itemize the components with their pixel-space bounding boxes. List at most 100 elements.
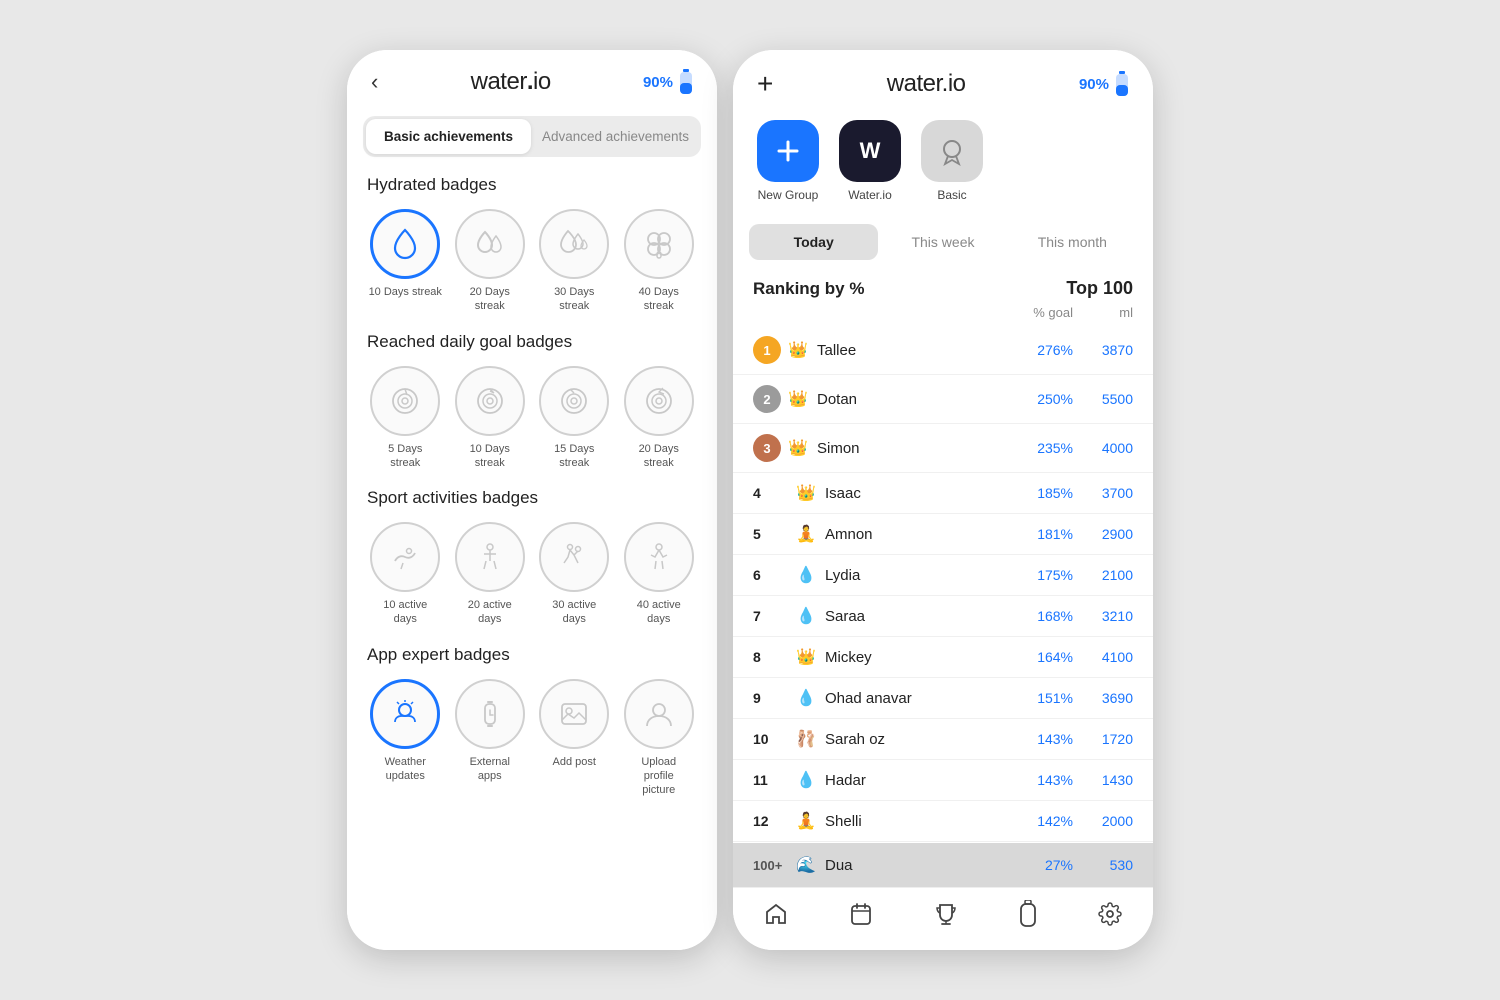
badge-label-9: 10 activedays — [383, 598, 427, 627]
basic-group-icon — [921, 120, 983, 182]
tab-week[interactable]: This week — [878, 224, 1007, 260]
row-name: Simon — [817, 440, 1013, 457]
waterio-group-icon: W — [839, 120, 901, 182]
bottom-rank: 100+ — [753, 857, 789, 873]
back-button[interactable]: ‹ — [371, 69, 378, 95]
achievement-tabs: Basic achievements Advanced achievements — [347, 106, 717, 165]
badge-circle-9 — [370, 522, 440, 592]
badge-profile[interactable]: Uploadprofilepicture — [621, 679, 698, 798]
drops3-icon — [556, 226, 592, 262]
badge-sport-10[interactable]: 10 activedays — [367, 522, 444, 627]
bottom-ml: 530 — [1073, 857, 1133, 873]
badge-5days[interactable]: 5 Daysstreak — [367, 366, 444, 471]
group-basic[interactable]: Basic — [921, 120, 983, 202]
row-pct: 142% — [1013, 813, 1073, 829]
badge-label-1: 10 Days streak — [369, 285, 442, 299]
leaderboard-row: 8 👑 Mickey 164% 4100 — [733, 637, 1153, 678]
add-button[interactable]: + — [757, 68, 773, 100]
rank-num: 7 — [753, 608, 789, 624]
leaderboard-row: 9 💧 Ohad anavar 151% 3690 — [733, 678, 1153, 719]
tab-today[interactable]: Today — [749, 224, 878, 260]
badge-15days[interactable]: 15 Daysstreak — [536, 366, 613, 471]
badge-external[interactable]: Externalapps — [452, 679, 529, 798]
sport2-icon — [472, 539, 508, 575]
nav-bottle[interactable] — [1019, 900, 1037, 934]
target4-icon — [641, 383, 677, 419]
row-pct: 175% — [1013, 567, 1073, 583]
left-phone: ‹ water.io 90% Basic achievements Advanc… — [347, 50, 717, 950]
badges-scroll: Hydrated badges 10 Days streak — [347, 165, 717, 950]
row-icon: 🧘 — [795, 811, 817, 831]
col-ml: ml — [1073, 305, 1133, 320]
group-new[interactable]: New Group — [757, 120, 819, 202]
row-icon: 👑 — [795, 483, 817, 503]
badge-20days[interactable]: 20 Daysstreak — [452, 209, 529, 314]
badge-post[interactable]: Add post — [536, 679, 613, 798]
row-pct: 168% — [1013, 608, 1073, 624]
row-pct: 151% — [1013, 690, 1073, 706]
rank-circle: 1 — [753, 336, 781, 364]
row-icon: 👑 — [787, 438, 809, 458]
leaderboard-row: 3 👑 Simon 235% 4000 — [733, 424, 1153, 473]
rank-circle: 3 — [753, 434, 781, 462]
badge-circle-13 — [370, 679, 440, 749]
badge-circle-15 — [539, 679, 609, 749]
badge-sport-30[interactable]: 30 activedays — [536, 522, 613, 627]
ranking-header: Ranking by % Top 100 — [733, 268, 1153, 303]
leaderboard-row: 6 💧 Lydia 175% 2100 — [733, 555, 1153, 596]
expert-grid: Weatherupdates Externalapps — [367, 679, 697, 798]
tab-advanced[interactable]: Advanced achievements — [533, 119, 698, 154]
badge-10days[interactable]: 10 Days streak — [367, 209, 444, 314]
tab-basic[interactable]: Basic achievements — [366, 119, 531, 154]
bottom-name: Dua — [825, 857, 1013, 874]
badge-circle-11 — [539, 522, 609, 592]
right-phone: + water.io 90% New Group W Water.io — [733, 50, 1153, 950]
row-name: Saraa — [825, 608, 1013, 625]
right-header: + water.io 90% — [733, 50, 1153, 110]
badge-sport-40[interactable]: 40 activedays — [621, 522, 698, 627]
row-ml: 5500 — [1073, 391, 1133, 407]
row-name: Lydia — [825, 567, 1013, 584]
row-icon: 💧 — [795, 606, 817, 626]
top100-label: Top 100 — [1066, 278, 1133, 299]
row-icon: 🩰 — [795, 729, 817, 749]
badge-weather[interactable]: Weatherupdates — [367, 679, 444, 798]
section-sport-title: Sport activities badges — [367, 488, 697, 508]
row-ml: 1720 — [1073, 731, 1133, 747]
section-daily: Reached daily goal badges 5 Daysstreak — [367, 332, 697, 471]
row-pct: 143% — [1013, 772, 1073, 788]
badge-label-14: Externalapps — [470, 755, 510, 784]
new-group-icon — [757, 120, 819, 182]
badge-label-5: 5 Daysstreak — [388, 442, 422, 471]
badge-circle-12 — [624, 522, 694, 592]
tab-month[interactable]: This month — [1008, 224, 1137, 260]
row-name: Sarah oz — [825, 731, 1013, 748]
row-name: Amnon — [825, 526, 1013, 543]
nav-trophy[interactable] — [934, 902, 958, 932]
badge-20days-daily[interactable]: 20 Daysstreak — [621, 366, 698, 471]
nav-calendar[interactable] — [849, 902, 873, 932]
badge-label-6: 10 Daysstreak — [470, 442, 510, 471]
badge-sport-20[interactable]: 20 activedays — [452, 522, 529, 627]
ranking-title: Ranking by % — [753, 279, 864, 299]
badge-10days-daily[interactable]: 10 Daysstreak — [452, 366, 529, 471]
left-logo: water.io — [471, 68, 551, 96]
badge-40days[interactable]: 40 Daysstreak — [621, 209, 698, 314]
rank-num: 9 — [753, 690, 789, 706]
badge-label-8: 20 Daysstreak — [639, 442, 679, 471]
row-icon: 💧 — [795, 688, 817, 708]
nav-settings[interactable] — [1098, 902, 1122, 932]
badge-30days[interactable]: 30 Daysstreak — [536, 209, 613, 314]
group-waterio[interactable]: W Water.io — [839, 120, 901, 202]
section-hydrated-title: Hydrated badges — [367, 175, 697, 195]
row-pct: 235% — [1013, 440, 1073, 456]
group-new-label: New Group — [758, 188, 819, 202]
badge-label-10: 20 activedays — [468, 598, 512, 627]
home-icon — [764, 902, 788, 926]
row-pct: 181% — [1013, 526, 1073, 542]
badge-label-11: 30 activedays — [552, 598, 596, 627]
settings-icon — [1098, 902, 1122, 926]
row-ml: 2100 — [1073, 567, 1133, 583]
nav-home[interactable] — [764, 902, 788, 932]
badge-label-16: Uploadprofilepicture — [641, 755, 676, 798]
